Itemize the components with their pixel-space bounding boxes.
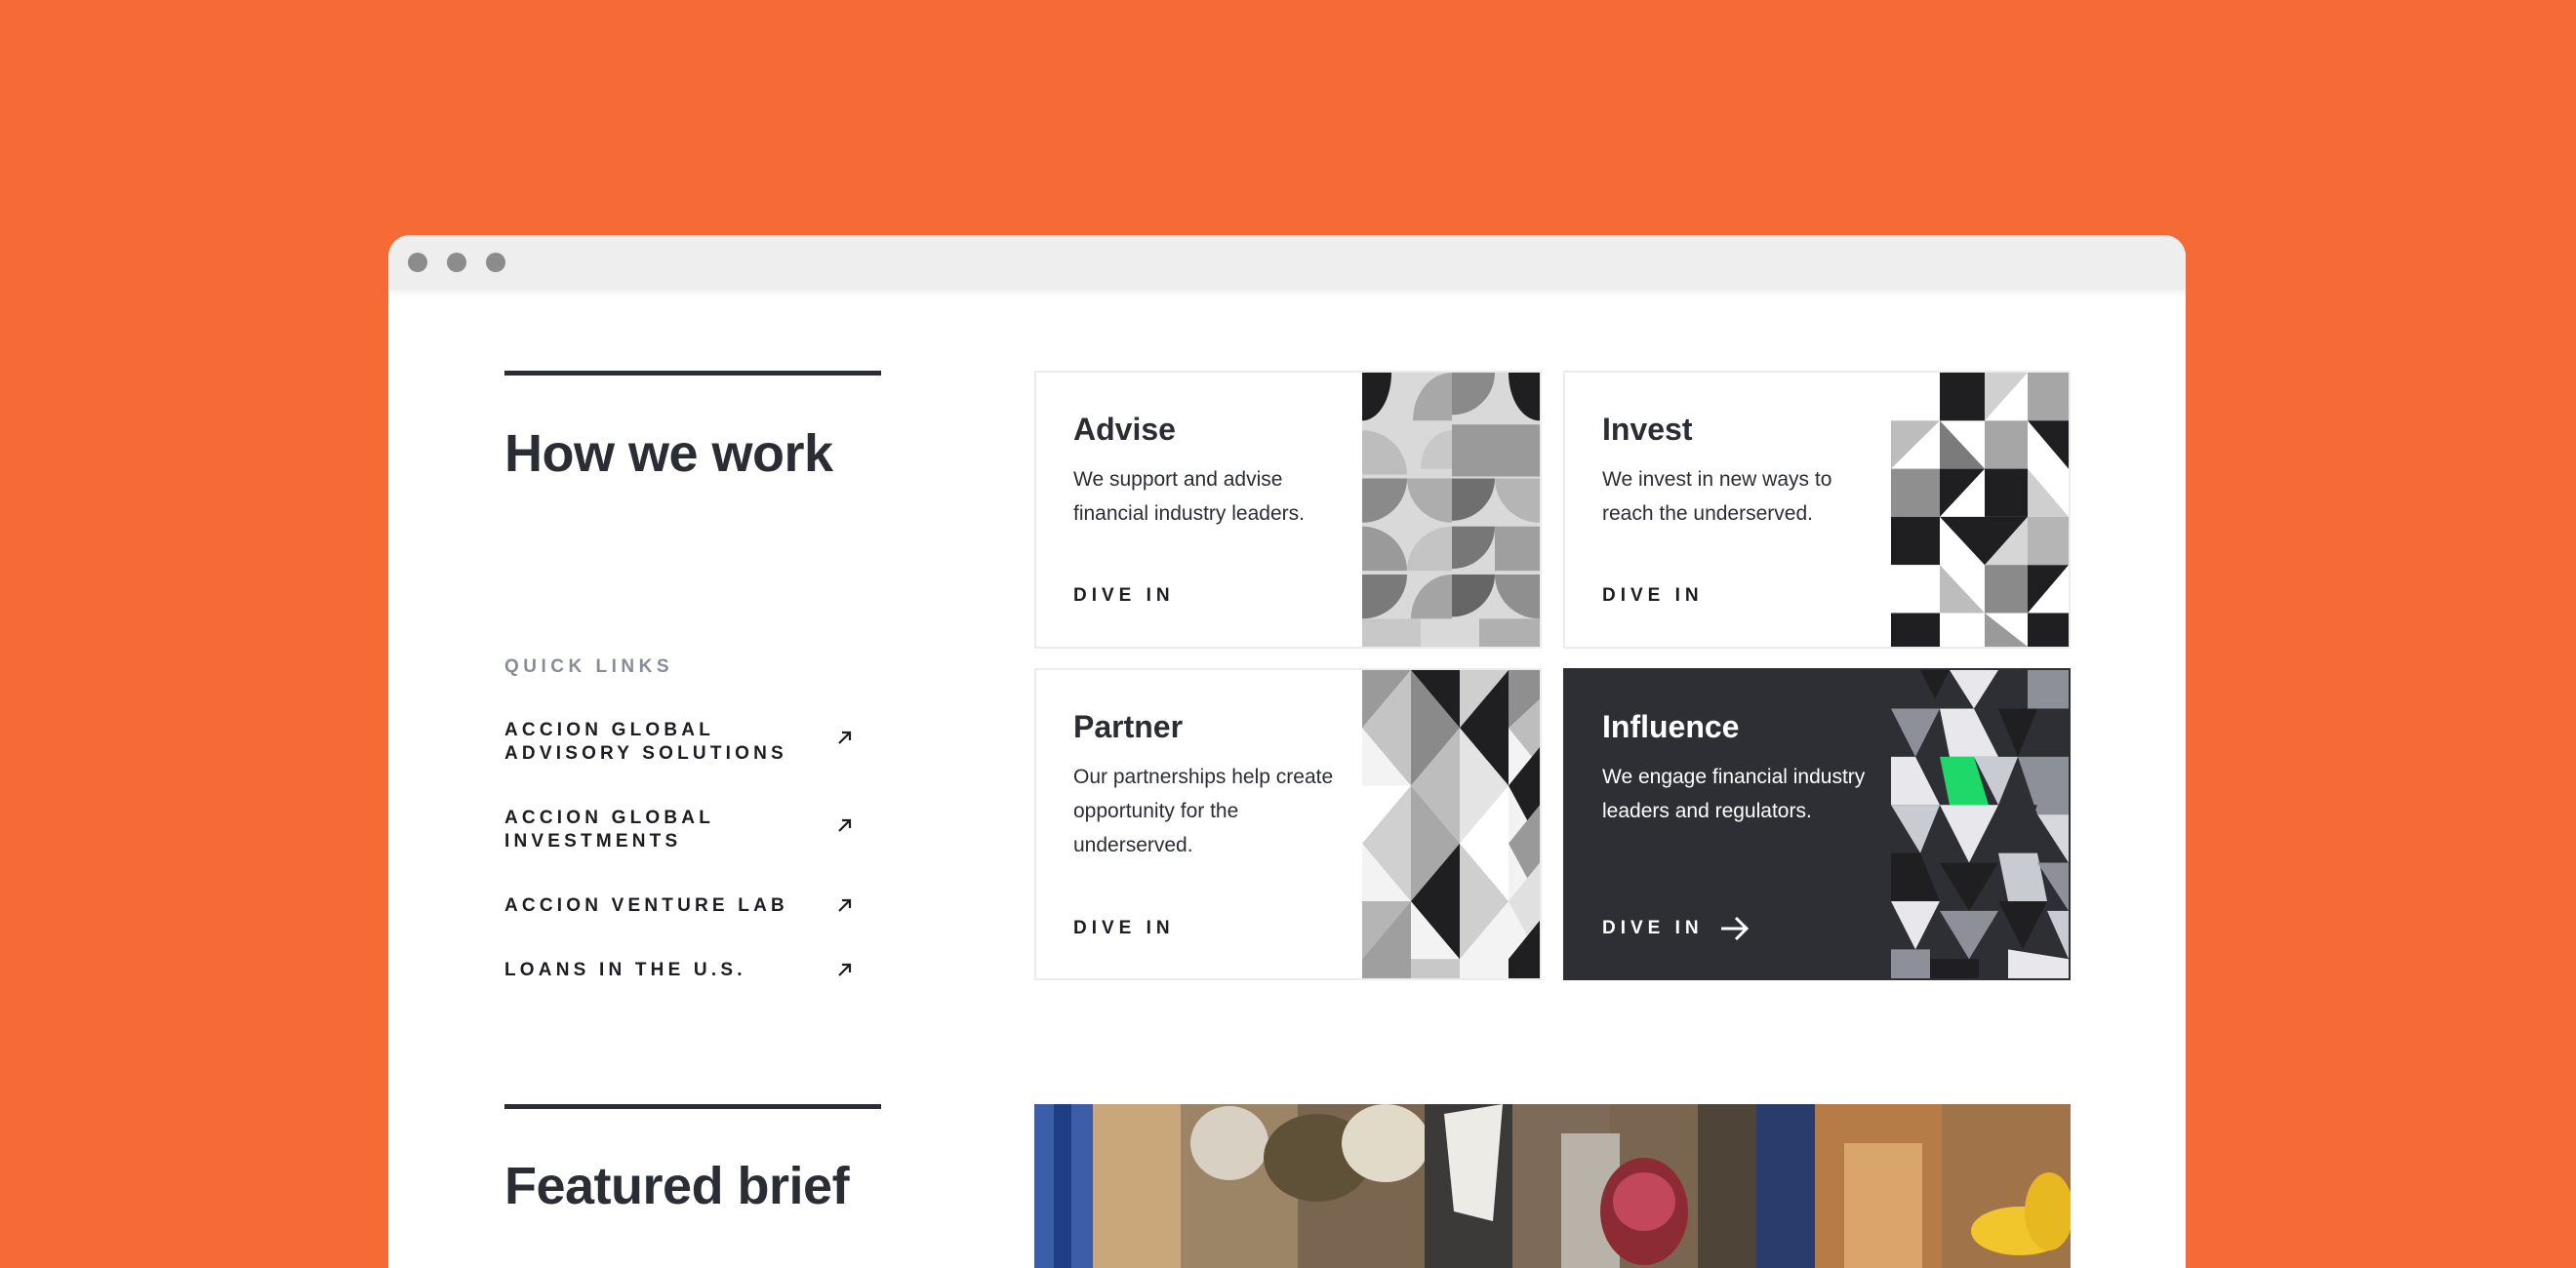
geometric-pattern-triangles [1891, 373, 2069, 647]
card-description: We engage financial industry leaders and… [1602, 766, 1866, 822]
window-maximize-dot[interactable] [486, 253, 505, 272]
card-title: Influence [1602, 709, 1740, 744]
quick-link-label: ACCION GLOBAL ADVISORY SOLUTIONS [504, 720, 787, 764]
card-title: Advise [1073, 412, 1176, 447]
dive-in-link[interactable]: DIVE IN [1602, 585, 1704, 607]
browser-window: How we work QUICK LINKS ACCION GLOBAL AD… [388, 235, 2186, 1268]
dive-in-link[interactable]: DIVE IN [1602, 918, 1704, 939]
arrow-up-right-icon [838, 818, 852, 832]
quick-links-heading: QUICK LINKS [504, 656, 673, 677]
geometric-pattern-circles [1362, 373, 1540, 647]
arrow-right-icon[interactable] [1719, 914, 1751, 943]
dive-in-link[interactable]: DIVE IN [1073, 585, 1175, 607]
arrow-up-right-icon [838, 731, 852, 744]
dive-in-link[interactable]: DIVE IN [1073, 918, 1175, 939]
geometric-pattern-hexagons [1891, 670, 2069, 978]
featured-brief-image[interactable] [1034, 1104, 2071, 1268]
section-rule [504, 1104, 881, 1109]
card-description: Our partnerships help create opportunity… [1073, 766, 1334, 856]
window-minimize-dot[interactable] [447, 253, 466, 272]
quick-link-advisory-solutions[interactable]: ACCION GLOBAL ADVISORY SOLUTIONS [504, 719, 856, 766]
card-partner[interactable]: Partner Our partnerships help create opp… [1034, 668, 1542, 980]
browser-titlebar [388, 235, 2186, 290]
arrow-up-right-icon [838, 898, 852, 912]
window-close-dot[interactable] [408, 253, 427, 272]
card-invest[interactable]: Invest We invest in new ways to reach th… [1563, 371, 2071, 649]
geometric-pattern-diamonds [1362, 670, 1540, 978]
card-description: We invest in new ways to reach the under… [1602, 468, 1832, 525]
section-title-featured-brief: Featured brief [504, 1157, 850, 1215]
quick-link-label: ACCION VENTURE LAB [504, 895, 788, 916]
quick-link-label: ACCION GLOBAL INVESTMENTS [504, 808, 714, 852]
card-title: Partner [1073, 709, 1184, 744]
section-rule [504, 371, 881, 376]
section-title-how-we-work: How we work [504, 424, 833, 483]
quick-link-global-investments[interactable]: ACCION GLOBAL INVESTMENTS [504, 807, 856, 853]
card-description: We support and advise financial industry… [1073, 468, 1305, 525]
card-influence[interactable]: Influence We engage financial industry l… [1563, 668, 2071, 980]
card-advise[interactable]: Advise We support and advise financial i… [1034, 371, 1542, 649]
quick-link-label: LOANS IN THE U.S. [504, 960, 746, 980]
card-title: Invest [1602, 412, 1693, 447]
quick-link-venture-lab[interactable]: ACCION VENTURE LAB [504, 894, 856, 918]
quick-link-loans-us[interactable]: LOANS IN THE U.S. [504, 959, 856, 982]
arrow-up-right-icon [838, 963, 852, 976]
